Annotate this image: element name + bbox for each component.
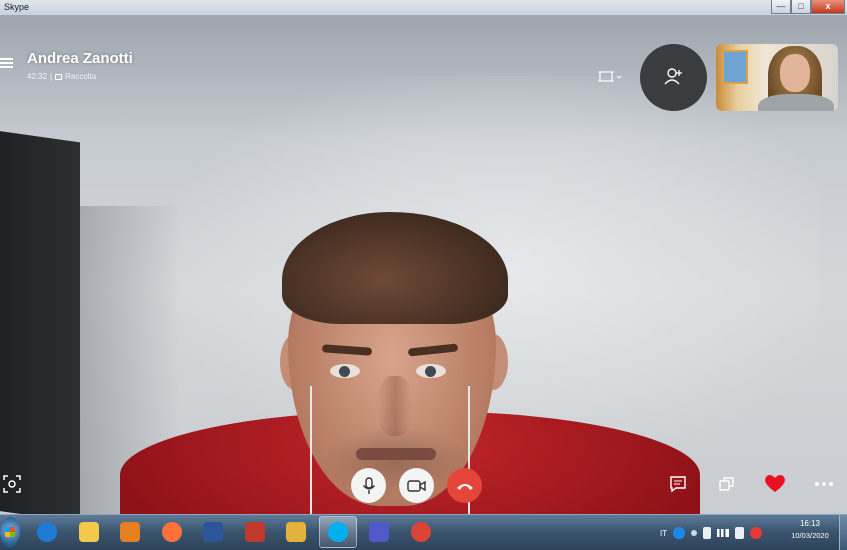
system-tray: IT: [660, 515, 763, 550]
more-options-button[interactable]: [813, 474, 835, 494]
self-face: [780, 54, 810, 92]
start-button[interactable]: [0, 517, 20, 547]
caller-name: Andrea Zanotti: [27, 50, 133, 67]
snapshot-icon: [3, 475, 21, 493]
more-dots-icon: [815, 482, 833, 486]
hamburger-menu-icon[interactable]: [0, 56, 16, 70]
window-title: Skype: [4, 2, 30, 12]
hair: [282, 212, 508, 324]
firefox-icon: [161, 522, 182, 542]
outlook-icon: [286, 522, 306, 542]
taskbar-app-chrome[interactable]: [402, 516, 440, 548]
show-hidden-icons-icon[interactable]: [691, 530, 698, 536]
self-view-preview[interactable]: [716, 44, 838, 111]
mute-microphone-button[interactable]: [351, 468, 386, 503]
word-icon: [203, 522, 223, 542]
layout-toggle-button[interactable]: [598, 69, 624, 85]
conversation-label[interactable]: Raccolta: [65, 72, 96, 81]
chat-icon: [670, 476, 686, 493]
taskbar-app-teams[interactable]: [360, 516, 398, 548]
usb-device-icon[interactable]: [703, 527, 712, 539]
mouth: [356, 448, 436, 460]
add-person-icon: [664, 68, 682, 85]
internet-explorer-icon: [37, 522, 57, 542]
call-meta: 42:32 | Raccolta: [27, 72, 96, 81]
minimize-button[interactable]: —: [771, 0, 791, 14]
window-titlebar: Skype — □ x: [0, 0, 847, 16]
show-desktop-button[interactable]: [839, 515, 847, 550]
taskbar-app-firefox[interactable]: [153, 516, 191, 548]
clock-date: 10/03/2020: [791, 531, 829, 540]
antivirus-icon[interactable]: [750, 527, 763, 539]
conversation-icon: [55, 73, 63, 80]
taskbar-app-word[interactable]: [194, 516, 232, 548]
media-player-icon: [120, 522, 140, 542]
open-chat-button[interactable]: [668, 474, 688, 494]
taskbar-app-media-player[interactable]: [111, 516, 149, 548]
layout-icon: [598, 71, 622, 82]
share-screen-icon: [719, 477, 734, 491]
heart-icon: [765, 475, 785, 492]
background-window: [722, 50, 748, 84]
taskbar-app-internet-explorer[interactable]: [28, 516, 66, 548]
left-eye: [330, 364, 360, 378]
windows-taskbar: IT 16:13 10/03/2020: [0, 514, 847, 550]
maximize-button[interactable]: □: [791, 0, 811, 14]
paint-icon: [244, 522, 265, 542]
toggle-video-button[interactable]: [399, 468, 434, 503]
taskbar-app-file-explorer[interactable]: [70, 516, 108, 548]
taskbar-app-outlook[interactable]: [277, 516, 315, 548]
share-screen-button[interactable]: [717, 474, 737, 494]
react-button[interactable]: [763, 472, 787, 494]
chrome-icon: [410, 522, 431, 542]
hang-up-icon: [456, 483, 473, 490]
taskbar-clock[interactable]: 16:13 10/03/2020: [785, 519, 835, 540]
close-button[interactable]: x: [811, 0, 845, 14]
video-camera-icon: [406, 479, 426, 492]
network-signal-icon[interactable]: [717, 529, 730, 537]
taskbar-app-paint[interactable]: [236, 516, 274, 548]
snapshot-button[interactable]: [2, 474, 22, 494]
video-call-area[interactable]: Andrea Zanotti 42:32 | Raccolta: [0, 16, 847, 514]
skype-icon: [327, 522, 348, 542]
right-eye: [416, 364, 446, 378]
help-icon[interactable]: [673, 527, 686, 539]
end-call-button[interactable]: [447, 468, 482, 503]
taskbar-app-skype[interactable]: [318, 516, 357, 548]
file-explorer-icon: [78, 522, 99, 542]
earbud-wire-left: [310, 386, 312, 514]
microphone-icon: [362, 476, 375, 494]
call-duration: 42:32: [27, 72, 48, 81]
meta-separator: |: [50, 72, 53, 81]
add-participant-button[interactable]: [640, 44, 707, 111]
window-controls: — □ x: [771, 0, 845, 15]
volume-icon[interactable]: [735, 527, 745, 539]
language-indicator[interactable]: IT: [660, 529, 667, 538]
clock-time: 16:13: [799, 519, 821, 528]
self-body: [758, 94, 834, 111]
teams-icon: [369, 522, 389, 542]
